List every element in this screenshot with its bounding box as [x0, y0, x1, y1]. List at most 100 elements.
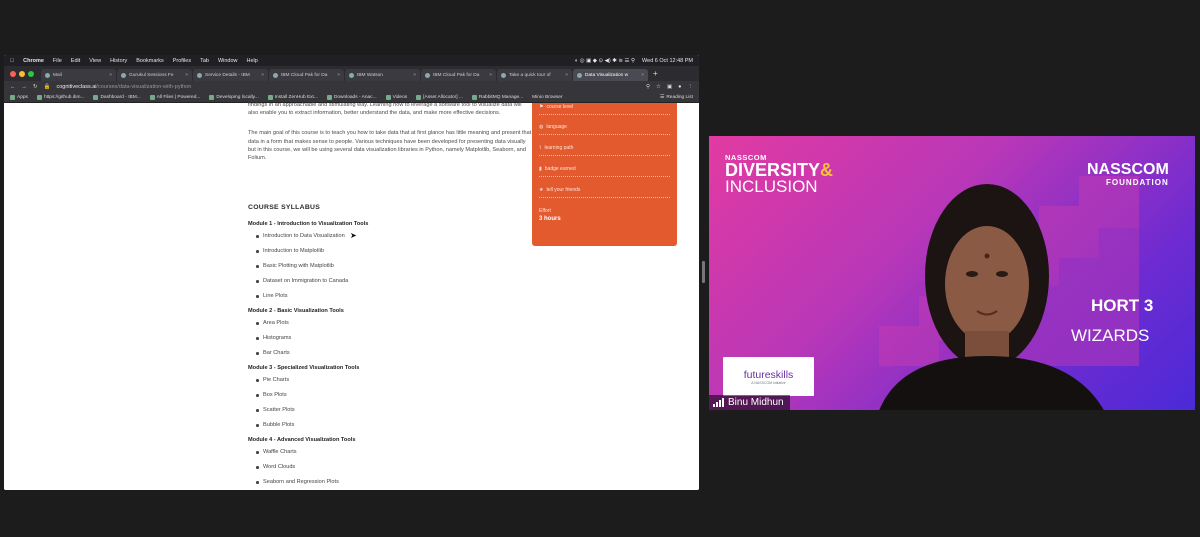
tab-data-visualization[interactable]: Data Visualization w ×: [573, 69, 648, 81]
address-bar-row: ← → ↻ 🔒 cognitiveclass.ai/courses/data-v…: [4, 81, 699, 93]
new-tab-icon[interactable]: +: [649, 69, 662, 78]
bookmark-videos[interactable]: Videos: [385, 95, 407, 100]
syllabus-modules: Module 1 - Introduction to Visualization…: [248, 219, 528, 490]
list-item: Bubble Plots: [248, 420, 528, 435]
split-handle[interactable]: [702, 261, 705, 283]
bookmark-downloads[interactable]: Downloads - Anac...: [326, 95, 377, 100]
menu-window[interactable]: Window: [218, 58, 238, 64]
menu-profiles[interactable]: Profiles: [173, 58, 191, 64]
participant-name-tag: Binu Midhun: [709, 395, 790, 410]
menu-help[interactable]: Help: [247, 58, 258, 64]
list-item: Introduction to Matplotlib: [248, 246, 528, 261]
bookmark-dashboard[interactable]: Dashboard - IBM...: [93, 95, 141, 100]
github-icon: [209, 95, 215, 100]
reload-icon[interactable]: ↻: [33, 84, 38, 90]
path-icon: ⌇: [539, 145, 542, 151]
list-item: Scatter Plots: [248, 405, 528, 420]
search-icon[interactable]: ⚲: [646, 84, 650, 90]
clock[interactable]: Wed 6 Oct 12:48 PM: [642, 58, 693, 64]
signal-bars-icon: [713, 398, 724, 407]
course-page: findings in an approachable and stimulat…: [4, 102, 699, 490]
video-feed: NASSCOM DIVERSITY& INCLUSION NASSCOM FOU…: [709, 136, 1195, 410]
bookmark-all-files[interactable]: All Files | Powered...: [149, 95, 200, 100]
menu-bookmarks[interactable]: Bookmarks: [136, 58, 164, 64]
close-tab-icon[interactable]: ×: [185, 73, 188, 78]
learning-path-row[interactable]: ⌇ learning path: [539, 143, 670, 156]
close-tab-icon[interactable]: ×: [413, 73, 416, 78]
bookmark-rabbitmq[interactable]: RabbitMQ Manage...: [471, 95, 523, 100]
favicon-icon: [45, 72, 50, 78]
flag-icon: ⚑: [539, 104, 544, 110]
list-item: Bar Charts: [248, 348, 528, 363]
list-item: Introduction to Data Visualization: [248, 231, 528, 246]
minimize-window-icon[interactable]: [19, 70, 25, 77]
back-icon[interactable]: ←: [10, 84, 16, 90]
apple-icon[interactable]: : [10, 58, 14, 64]
url-field[interactable]: cognitiveclass.ai/courses/data-visualiza…: [56, 84, 191, 90]
menu-file[interactable]: File: [53, 58, 62, 64]
tab-gurukul[interactable]: Gurukul Sessions Fe ×: [117, 69, 192, 81]
inclusion-label: INCLUSION: [725, 177, 818, 196]
module-4-title: Module 4 - Advanced Visualization Tools: [248, 437, 356, 443]
favicon-icon: [121, 72, 126, 78]
close-tab-icon[interactable]: ×: [261, 73, 264, 78]
tab-ibm-cloud-pak-1[interactable]: IBM Cloud Pak for Da ×: [269, 69, 344, 81]
menu-view[interactable]: View: [89, 58, 101, 64]
box-icon: [149, 95, 155, 100]
close-tab-icon[interactable]: ×: [565, 73, 568, 78]
forward-icon[interactable]: →: [22, 84, 28, 90]
close-tab-icon[interactable]: ×: [109, 73, 112, 78]
menu-dots-icon[interactable]: ⋮: [688, 84, 694, 90]
zenhub-icon: [267, 95, 273, 100]
course-level-row: ⚑ course level: [539, 102, 670, 115]
bookmark-github[interactable]: https://github.ibm...: [36, 95, 84, 100]
module-1-title: Module 1 - Introduction to Visualization…: [248, 221, 369, 227]
list-item: Area Plots: [248, 318, 528, 333]
intro-paragraph-1: findings in an approachable and stimulat…: [248, 102, 522, 117]
zoom-window-icon[interactable]: [28, 70, 34, 77]
bookmark-zenhub[interactable]: Install ZenHub Ext...: [267, 95, 318, 100]
badge-icon: ▮: [539, 166, 542, 172]
github-icon: [36, 95, 42, 100]
list-item: Histograms: [248, 333, 528, 348]
list-item: Dataset on Immigration to Canada: [248, 276, 528, 291]
favicon-icon: [349, 72, 354, 78]
tab-service-details[interactable]: Service Details - IBM ×: [193, 69, 268, 81]
menu-tab[interactable]: Tab: [200, 58, 209, 64]
bookmark-minio[interactable]: Minio Browser: [532, 95, 562, 100]
star-icon[interactable]: ☆: [656, 84, 661, 90]
menu-edit[interactable]: Edit: [71, 58, 80, 64]
toolbar-actions: ⚲ ☆ ▣ ● ⋮: [646, 84, 693, 90]
list-item: Line Plots: [248, 291, 528, 306]
extension-icon[interactable]: ▣: [667, 84, 672, 90]
speaker-silhouette: [879, 184, 1104, 410]
bookmark-apps[interactable]: Apps: [10, 95, 28, 100]
tab-mail[interactable]: Mail ×: [41, 69, 116, 81]
favicon-icon: [501, 72, 506, 78]
status-icons[interactable]: ◐ ◎ ▣ ◆ ⊙ ◀) ✱ ≋ ☰ ⚲: [575, 58, 635, 64]
favicon-icon: [197, 72, 202, 78]
tab-ibm-watson[interactable]: IBM Watson ×: [345, 69, 420, 81]
favicon-icon: [273, 72, 278, 78]
syllabus-heading: COURSE SYLLABUS: [248, 204, 321, 211]
close-tab-icon[interactable]: ×: [489, 73, 492, 78]
browser-window:  Chrome File Edit View History Bookmark…: [4, 55, 699, 490]
profile-avatar-icon[interactable]: ●: [678, 84, 681, 90]
menu-app[interactable]: Chrome: [23, 58, 44, 64]
list-item: Box Plots: [248, 390, 528, 405]
reading-list[interactable]: ☰ Reading List: [660, 95, 693, 100]
tab-ibm-cloud-pak-2[interactable]: IBM Cloud Pak for Da ×: [421, 69, 496, 81]
tab-quick-tour[interactable]: Take a quick tour of ×: [497, 69, 572, 81]
tell-friends-row[interactable]: ★ tell your friends: [539, 185, 670, 198]
menu-history[interactable]: History: [110, 58, 127, 64]
close-window-icon[interactable]: [10, 70, 16, 77]
bookmark-developing[interactable]: Developing locally...: [209, 95, 259, 100]
ibm-icon: [93, 95, 99, 100]
close-tab-icon[interactable]: ×: [337, 73, 340, 78]
tab-bar: Mail × Gurukul Sessions Fe × Service Detai…: [4, 66, 699, 81]
close-tab-icon[interactable]: ×: [641, 73, 644, 78]
bookmark-asset-allocator[interactable]: [Asset Allocator] ...: [416, 95, 463, 100]
badge-earned-row[interactable]: ▮ badge earned: [539, 164, 670, 177]
lock-icon: 🔒: [43, 84, 51, 90]
favicon-icon: [577, 72, 582, 78]
